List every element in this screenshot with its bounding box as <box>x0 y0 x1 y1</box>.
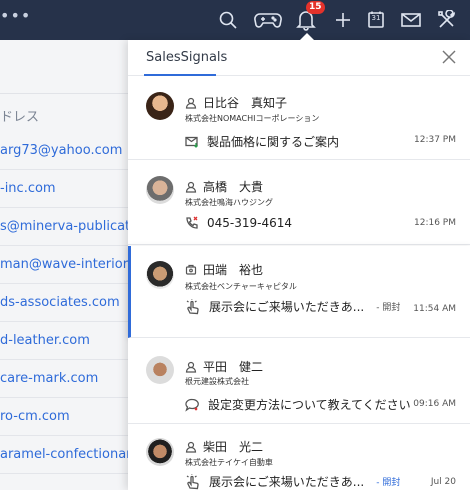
avatar <box>146 261 174 289</box>
signal-status: - 開封 <box>376 478 401 488</box>
search-icon[interactable] <box>216 8 240 32</box>
signal-time: 09:16 AM <box>413 399 456 409</box>
mail-icon[interactable] <box>399 8 423 32</box>
signal-item[interactable]: 柴田 光二 株式会社テイケイ自動車 展示会にご来場いただきあ... - 開封 J… <box>128 424 470 490</box>
person-icon <box>185 441 197 453</box>
hand-click-icon <box>186 299 199 314</box>
missed-call-icon <box>186 216 198 229</box>
company-name: 株式会社鳴海ハウジング <box>185 198 273 207</box>
hand-click-icon <box>186 474 199 489</box>
contact-name-row: 平田 健二 <box>185 358 263 375</box>
signal-item[interactable]: 平田 健二 根元建設株式会社 設定変更方法について教えてください 09:16 A… <box>128 338 470 424</box>
contact-name-row: 高橋 大貴 <box>185 178 263 195</box>
company-name: 株式会社テイケイ自動車 <box>185 458 273 467</box>
signal-time: 12:16 PM <box>414 218 456 228</box>
signal-status: - 開封 <box>376 303 401 313</box>
panel-pointer <box>300 33 314 40</box>
contact-name[interactable]: 田端 裕也 <box>203 261 263 278</box>
signal-detail: 展示会にご来場いただきあ... - 開封 <box>185 298 400 315</box>
person-icon <box>185 181 197 193</box>
contact-name[interactable]: 高橋 大貴 <box>203 178 263 195</box>
avatar <box>146 176 174 204</box>
signal-detail: 展示会にご来場いただきあ... - 開封 <box>185 473 400 490</box>
company-name: 根元建設株式会社 <box>185 377 249 386</box>
signal-detail: 設定変更方法について教えてください <box>185 396 411 413</box>
signal-detail: 製品価格に関するご案内 <box>185 133 339 150</box>
salessignals-panel: SalesSignals 日比谷 真知子 株式会社NOMACHIコーポレーション… <box>128 33 470 490</box>
signal-time: 12:37 PM <box>414 135 456 145</box>
contact-name-row: 柴田 光二 <box>185 438 263 455</box>
company-name: 株式会社ベンチャーキャピタル <box>185 282 297 291</box>
plus-icon[interactable] <box>331 8 355 32</box>
close-icon[interactable] <box>440 48 458 66</box>
contact-name-row: 田端 裕也 <box>185 261 263 278</box>
person-icon <box>185 97 197 109</box>
person-icon <box>185 361 197 373</box>
lead-icon <box>185 264 197 275</box>
avatar <box>146 438 174 466</box>
tools-icon[interactable] <box>435 8 459 32</box>
column-header-email: ドレス <box>0 110 40 125</box>
signal-time: 11:54 AM <box>413 304 456 314</box>
overflow-menu-icon[interactable]: ••• <box>0 6 31 25</box>
avatar <box>146 356 174 384</box>
signal-text[interactable]: 展示会にご来場いただきあ... <box>209 298 364 315</box>
signal-item-selected[interactable]: 田端 裕也 株式会社ベンチャーキャピタル 展示会にご来場いただきあ... - 開… <box>128 246 470 338</box>
avatar <box>146 92 174 120</box>
company-name: 株式会社NOMACHIコーポレーション <box>185 114 320 123</box>
contact-name[interactable]: 日比谷 真知子 <box>203 94 287 111</box>
contact-name-row: 日比谷 真知子 <box>185 94 287 111</box>
signal-text: 製品価格に関するご案内 <box>207 135 340 149</box>
signal-text[interactable]: 設定変更方法について教えてください <box>208 396 411 413</box>
top-navigation-bar: ••• 15 31 <box>0 0 470 40</box>
tab-salessignals[interactable]: SalesSignals <box>146 50 227 65</box>
signal-text[interactable]: 045-319-4614 <box>207 216 292 230</box>
contact-name[interactable]: 柴田 光二 <box>203 438 263 455</box>
gamepad-icon[interactable] <box>253 8 283 32</box>
mail-download-icon <box>185 136 198 148</box>
signal-detail: 045-319-4614 <box>185 216 292 230</box>
calendar-icon[interactable]: 31 <box>364 8 388 32</box>
signal-item[interactable]: 日比谷 真知子 株式会社NOMACHIコーポレーション 製品価格に関するご案内 … <box>128 76 470 160</box>
signal-time: Jul 20 <box>430 477 456 487</box>
notification-count-badge: 15 <box>306 1 325 14</box>
chat-icon <box>185 398 199 412</box>
signal-text[interactable]: 展示会にご来場いただきあ... <box>209 473 364 490</box>
panel-header: SalesSignals <box>128 40 470 76</box>
calendar-day: 31 <box>371 14 381 22</box>
contact-name[interactable]: 平田 健二 <box>203 358 263 375</box>
signal-item[interactable]: 高橋 大貴 株式会社鳴海ハウジング 045-319-4614 12:16 PM <box>128 160 470 245</box>
